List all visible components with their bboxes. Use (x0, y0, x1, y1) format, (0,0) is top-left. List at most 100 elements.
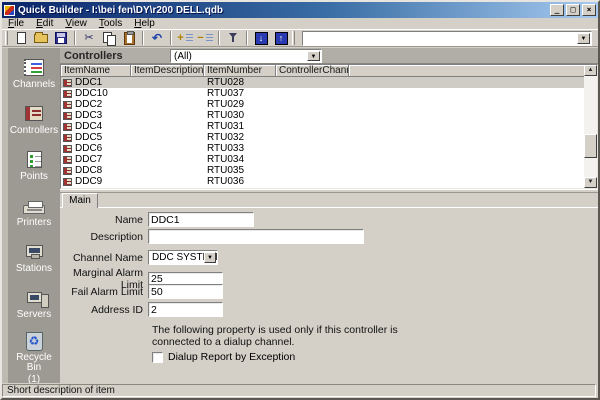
name-label: Name (60, 214, 148, 226)
column-header-itemnumber[interactable]: ItemNumber (204, 65, 276, 77)
add-item-icon: + (177, 32, 192, 44)
menu-edit[interactable]: Edit (30, 18, 59, 29)
copy-button[interactable] (99, 30, 119, 46)
minimize-button[interactable]: _ (550, 4, 564, 16)
toolbar-grip[interactable] (292, 31, 295, 45)
toolbar-separator (74, 31, 76, 45)
tab-main[interactable]: Main (62, 193, 98, 208)
table-row[interactable]: DDC4 RTU031 (61, 121, 597, 132)
toolbar-grip[interactable] (5, 31, 8, 45)
new-file-button[interactable] (11, 30, 31, 46)
column-header-itemname[interactable]: ItemName (61, 65, 131, 77)
menu-tools[interactable]: Tools (93, 18, 128, 29)
filter-dropdown-value: (All) (174, 51, 192, 62)
add-item-button[interactable]: + (175, 30, 195, 46)
table-row[interactable]: DDC5 RTU032 (61, 132, 597, 143)
description-input[interactable] (148, 229, 364, 244)
description-label: Description (60, 231, 148, 243)
dialup-report-checkbox-label: Dialup Report by Exception (168, 351, 295, 363)
table-row[interactable]: DDC6 RTU033 (61, 143, 597, 154)
toolbar-separator (246, 31, 248, 45)
controller-item-icon (63, 79, 72, 87)
upload-button[interactable]: ↑ (271, 30, 291, 46)
sidebar-item-controllers[interactable]: Controllers (8, 102, 60, 148)
menu-help[interactable]: Help (128, 18, 161, 29)
table-row[interactable]: DDC10 RTU037 (61, 88, 597, 99)
column-header-controllerchannel[interactable]: ControllerChann... (276, 65, 349, 77)
status-text: Short description of item (2, 384, 596, 397)
scroll-down-arrow-icon[interactable]: ▼ (584, 177, 597, 188)
cut-button[interactable]: ✂ (79, 30, 99, 46)
copy-icon (103, 32, 116, 45)
printer-icon (21, 194, 47, 216)
new-file-icon (17, 32, 26, 44)
toolbar-combobox[interactable]: ▼ (302, 31, 592, 46)
sidebar-item-recycle-bin[interactable]: ♻ Recycle Bin (1) (8, 332, 60, 378)
toolbar-separator (170, 31, 172, 45)
title-bar: Quick Builder - I:\bei fen\DY\r200 DELL.… (2, 2, 598, 18)
dialup-note-line1: The following property is used only if t… (152, 324, 398, 336)
sidebar-item-servers[interactable]: Servers (8, 286, 60, 332)
property-form: Main Name Description Channel Name DDC S… (60, 193, 598, 383)
fail-alarm-limit-input[interactable] (148, 284, 223, 299)
menu-file[interactable]: File (2, 18, 30, 29)
name-input[interactable] (148, 212, 254, 227)
column-header-itemdescription[interactable]: ItemDescription (131, 65, 204, 77)
app-icon (4, 5, 15, 16)
vertical-scrollbar[interactable]: ▲ ▼ (584, 65, 597, 188)
table-row[interactable]: DDC8 RTU035 (61, 165, 597, 176)
fail-alarm-limit-label: Fail Alarm Limit (60, 286, 148, 298)
sidebar-item-printers[interactable]: Printers (8, 194, 60, 240)
channel-name-select[interactable]: DDC SYSTEM ▼ (148, 250, 218, 265)
chevron-down-icon[interactable]: ▼ (204, 252, 216, 263)
controller-item-icon (63, 90, 72, 98)
scrollbar-thumb[interactable] (584, 134, 597, 158)
controller-item-icon (63, 112, 72, 120)
chevron-down-icon[interactable]: ▼ (577, 33, 590, 44)
address-id-label: Address ID (60, 304, 148, 316)
filter-button[interactable] (223, 30, 243, 46)
column-header-filler (349, 65, 597, 77)
address-id-input[interactable] (148, 302, 223, 317)
undo-button[interactable]: ↶ (147, 30, 167, 46)
download-button[interactable]: ↓ (251, 30, 271, 46)
quick-builder-window: Quick Builder - I:\bei fen\DY\r200 DELL.… (0, 0, 600, 400)
dialup-note-line2: connected to a dialup channel. (152, 336, 294, 348)
dialup-report-checkbox[interactable] (152, 352, 163, 363)
shortcut-sidebar: Channels Controllers Points Printers Sta… (2, 48, 60, 383)
address-id-field-row: Address ID (60, 302, 223, 317)
dialup-report-row: Dialup Report by Exception (152, 351, 295, 363)
chevron-down-icon[interactable]: ▼ (307, 51, 320, 61)
menu-bar: File Edit View Tools Help (2, 18, 598, 29)
menu-view[interactable]: View (59, 18, 93, 29)
close-button[interactable]: × (582, 4, 596, 16)
toolbar-separator (142, 31, 144, 45)
channel-name-field-row: Channel Name DDC SYSTEM ▼ (60, 250, 218, 265)
open-button[interactable] (31, 30, 51, 46)
station-monitor-icon (21, 240, 47, 262)
undo-arrow-icon: ↶ (152, 32, 162, 44)
sidebar-item-channels[interactable]: Channels (8, 56, 60, 102)
remove-item-button[interactable]: − (195, 30, 215, 46)
save-icon (55, 32, 67, 44)
paste-button[interactable] (119, 30, 139, 46)
scroll-up-arrow-icon[interactable]: ▲ (584, 65, 597, 76)
controller-item-icon (63, 156, 72, 164)
filter-dropdown[interactable]: (All) ▼ (170, 49, 322, 63)
channels-icon (21, 56, 47, 78)
name-field-row: Name (60, 212, 254, 227)
table-row[interactable]: DDC3 RTU030 (61, 110, 597, 121)
page-title: Controllers (60, 50, 123, 62)
items-table: ItemName ItemDescription ItemNumber Cont… (60, 64, 598, 189)
filter-funnel-icon (228, 32, 239, 44)
save-button[interactable] (51, 30, 71, 46)
sidebar-item-stations[interactable]: Stations (8, 240, 60, 286)
maximize-button[interactable]: □ (566, 4, 580, 16)
table-row[interactable]: DDC7 RTU034 (61, 154, 597, 165)
upload-icon: ↑ (275, 32, 288, 45)
table-row[interactable]: DDC1 RTU028 (61, 77, 597, 88)
table-row[interactable]: DDC9 RTU036 (61, 176, 597, 187)
sidebar-item-points[interactable]: Points (8, 148, 60, 194)
table-row[interactable]: DDC2 RTU029 (61, 99, 597, 110)
channel-name-label: Channel Name (60, 252, 148, 264)
